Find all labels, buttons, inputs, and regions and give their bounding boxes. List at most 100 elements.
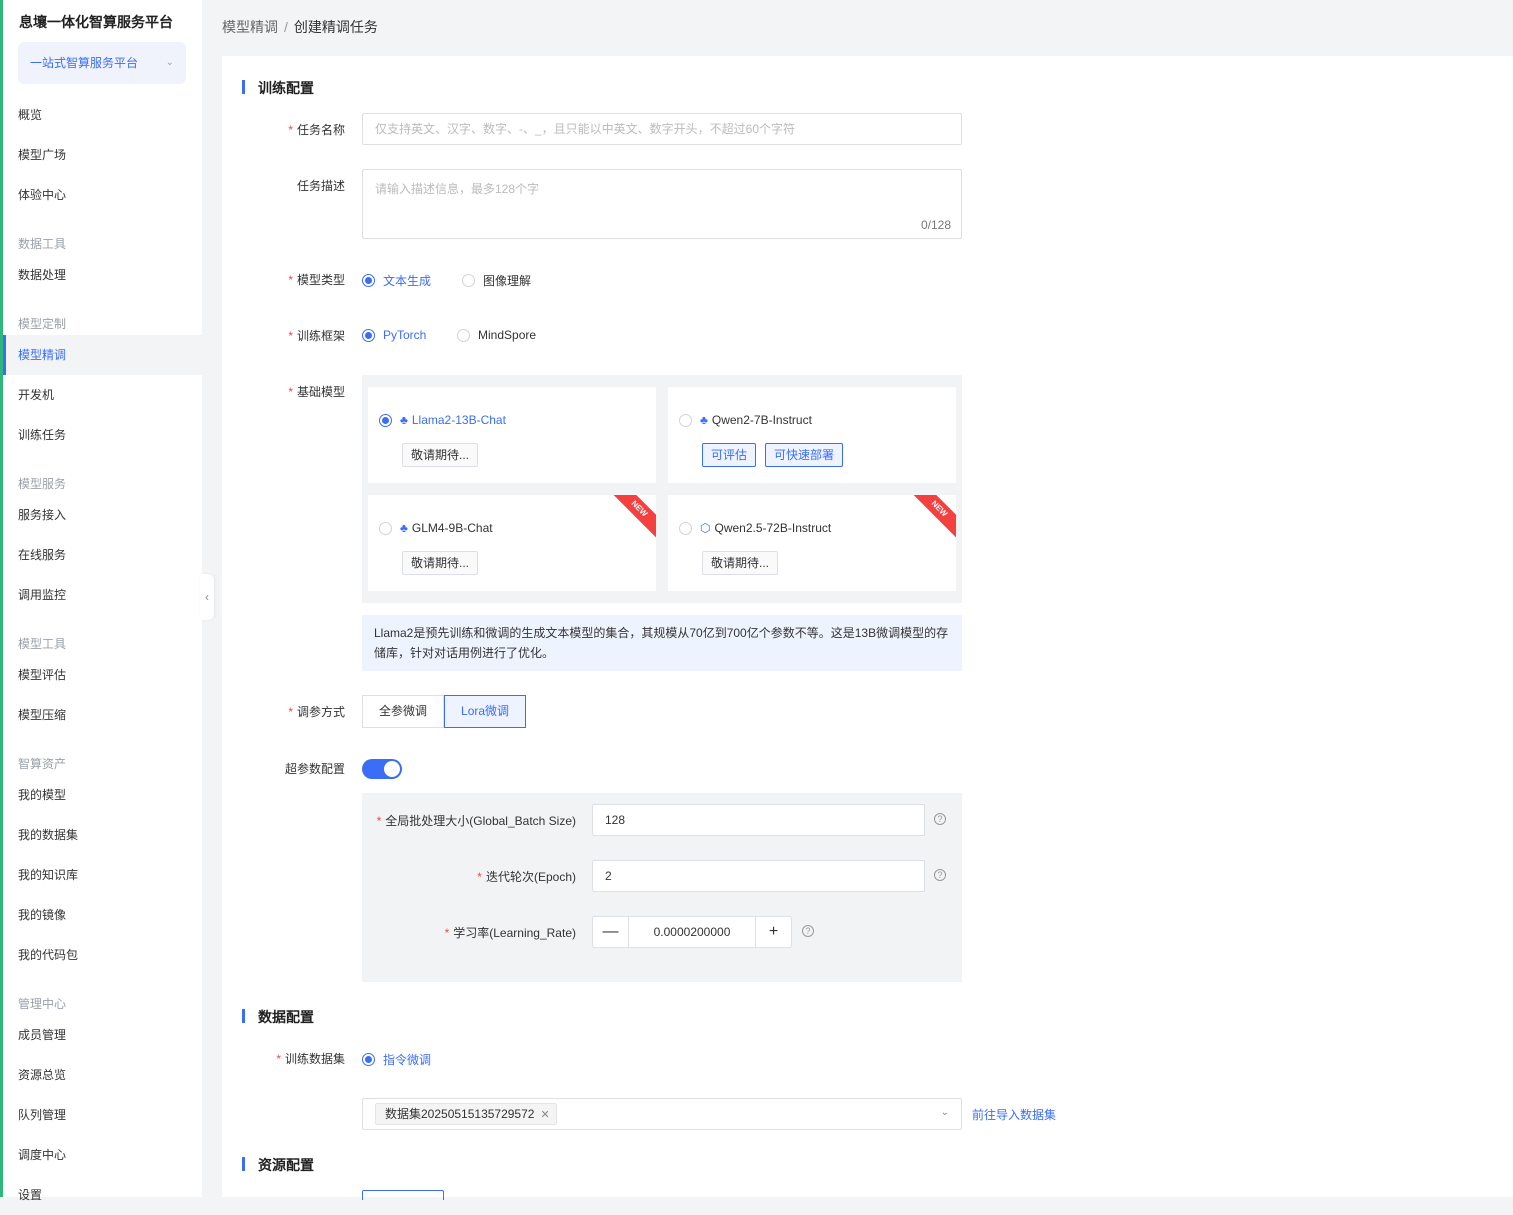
- base-model-label: * 基础模型: [288, 385, 345, 399]
- task-desc-label: 任务描述: [296, 179, 345, 193]
- epoch-input[interactable]: 2: [592, 860, 925, 892]
- platform-title: 息壤一体化智算服务平台: [19, 14, 173, 30]
- hyper-config-label: 超参数配置: [284, 762, 345, 776]
- sidebar-item-dev-machine[interactable]: 开发机: [3, 375, 202, 415]
- hyper-config-toggle[interactable]: [362, 759, 402, 779]
- task-name-label: * 任务名称: [288, 123, 345, 137]
- section-title-train: 训练配置: [242, 78, 314, 98]
- breadcrumb-parent[interactable]: 模型精调: [222, 19, 278, 35]
- tune-method-segment: 全参微调 Lora微调: [362, 695, 527, 728]
- sidebar-group-model-tools: 模型工具: [18, 637, 67, 651]
- hyper-param-panel: * 全局批处理大小(Global_Batch Size) 128 ? * 迭代轮次(…: [362, 793, 962, 982]
- section-title-resource: 资源配置: [242, 1155, 314, 1175]
- model-logo-icon: ♣: [400, 413, 408, 427]
- model-logo-icon: ♣: [400, 521, 408, 535]
- chevron-left-icon[interactable]: ‹: [200, 574, 214, 620]
- sidebar: 息壤一体化智算服务平台 一站式智算服务平台 ⌄ 概览 模型广场 体验中心 数据工…: [0, 0, 202, 1202]
- epoch-label: * 迭代轮次(Epoch): [477, 870, 576, 884]
- sidebar-item-service-access[interactable]: 服务接入: [3, 495, 202, 535]
- sidebar-item-data-processing[interactable]: 数据处理: [3, 255, 202, 295]
- section-title-data: 数据配置: [242, 1007, 314, 1027]
- breadcrumb-separator: /: [284, 19, 288, 35]
- dataset-label: * 训练数据集: [276, 1052, 345, 1066]
- sidebar-group-data-tools: 数据工具: [18, 237, 67, 251]
- sidebar-item-call-monitor[interactable]: 调用监控: [3, 575, 202, 615]
- model-type-label: * 模型类型: [288, 273, 345, 287]
- sidebar-item-my-datasets[interactable]: 我的数据集: [3, 815, 202, 855]
- learning-rate-label: * 学习率(Learning_Rate): [444, 926, 576, 940]
- char-count: 0/128: [920, 218, 951, 232]
- batch-size-label: * 全局批处理大小(Global_Batch Size): [376, 814, 576, 828]
- model-card-qwen2[interactable]: ♣ Qwen2-7B-Instruct 可评估 可快速部署: [668, 387, 956, 483]
- sidebar-item-fine-tuning[interactable]: 模型精调: [3, 335, 202, 375]
- radio-glm4[interactable]: ♣ GLM4-9B-Chat: [379, 521, 493, 535]
- help-icon[interactable]: ?: [934, 813, 946, 825]
- breadcrumb: 模型精调 / 创建精调任务: [222, 17, 378, 37]
- sidebar-item-model-compress[interactable]: 模型压缩: [3, 695, 202, 735]
- help-icon[interactable]: ?: [802, 925, 814, 937]
- sidebar-item-queues[interactable]: 队列管理: [3, 1095, 202, 1135]
- sidebar-item-my-code[interactable]: 我的代码包: [3, 935, 202, 975]
- radio-llama2[interactable]: ♣ Llama2-13B-Chat: [379, 413, 506, 427]
- batch-size-input[interactable]: 128: [592, 804, 925, 836]
- increment-button[interactable]: +: [755, 917, 791, 947]
- decrement-button[interactable]: —: [593, 917, 629, 947]
- radio-qwen25[interactable]: ⬡ Qwen2.5-72B-Instruct: [679, 521, 831, 535]
- import-dataset-link[interactable]: 前往导入数据集: [972, 1106, 1056, 1123]
- sidebar-group-model-custom: 模型定制: [18, 317, 67, 331]
- radio-image-understanding[interactable]: 图像理解: [462, 272, 531, 289]
- tag-coming-soon: 敬请期待...: [702, 551, 779, 575]
- tag-coming-soon: 敬请期待...: [402, 551, 479, 575]
- sidebar-item-online-service[interactable]: 在线服务: [3, 535, 202, 575]
- model-description: Llama2是预先训练和微调的生成文本模型的集合，其规模从70亿到700亿个参数…: [362, 615, 962, 671]
- base-model-panel: ♣ Llama2-13B-Chat 敬请期待... ♣ Qwen2-7B-Instr…: [362, 375, 962, 603]
- radio-text-generation[interactable]: 文本生成: [362, 272, 431, 289]
- task-desc-input[interactable]: 请输入描述信息，最多128个字 0/128: [362, 169, 962, 239]
- tag-quick-deploy: 可快速部署: [765, 443, 844, 467]
- resource-option-button[interactable]: [362, 1190, 444, 1200]
- sidebar-item-my-models[interactable]: 我的模型: [3, 775, 202, 815]
- tag-evaluable: 可评估: [702, 443, 757, 467]
- sidebar-item-resources[interactable]: 资源总览: [3, 1055, 202, 1095]
- platform-select-value: 一站式智算服务平台: [30, 56, 139, 70]
- new-ribbon: NEW: [608, 495, 656, 540]
- learning-rate-stepper: — 0.0000200000 +: [592, 916, 792, 948]
- model-card-qwen25[interactable]: NEW ⬡ Qwen2.5-72B-Instruct 敬请期待...: [668, 495, 956, 591]
- tune-full-button[interactable]: 全参微调: [362, 695, 445, 728]
- new-ribbon: NEW: [908, 495, 956, 540]
- dataset-tag: 数据集20250515135729572 ✕: [375, 1103, 557, 1125]
- tag-coming-soon: 敬请期待...: [402, 443, 479, 467]
- model-card-glm4[interactable]: NEW ♣ GLM4-9B-Chat 敬请期待...: [368, 495, 656, 591]
- sidebar-item-overview[interactable]: 概览: [3, 95, 202, 135]
- sidebar-item-model-eval[interactable]: 模型评估: [3, 655, 202, 695]
- radio-instruct-tuning[interactable]: 指令微调: [362, 1051, 431, 1068]
- radio-pytorch[interactable]: PyTorch: [362, 328, 426, 342]
- chevron-down-icon: ⌄: [165, 57, 174, 68]
- close-icon[interactable]: ✕: [540, 1109, 549, 1121]
- dataset-select[interactable]: 数据集20250515135729572 ✕ ⌄: [362, 1098, 962, 1130]
- sidebar-item-settings[interactable]: 设置: [3, 1175, 202, 1215]
- tune-method-label: * 调参方式: [288, 705, 345, 719]
- framework-label: * 训练框架: [288, 329, 345, 343]
- sidebar-item-model-square[interactable]: 模型广场: [3, 135, 202, 175]
- sidebar-item-train-task[interactable]: 训练任务: [3, 415, 202, 455]
- platform-select[interactable]: 一站式智算服务平台 ⌄: [18, 42, 186, 84]
- sidebar-item-members[interactable]: 成员管理: [3, 1015, 202, 1055]
- task-desc-placeholder: 请输入描述信息，最多128个字: [375, 182, 540, 196]
- radio-qwen2[interactable]: ♣ Qwen2-7B-Instruct: [679, 413, 812, 427]
- sidebar-item-my-images[interactable]: 我的镜像: [3, 895, 202, 935]
- learning-rate-value[interactable]: 0.0000200000: [629, 917, 755, 947]
- breadcrumb-current: 创建精调任务: [293, 19, 378, 35]
- chevron-down-icon: ⌄: [940, 1107, 949, 1118]
- sidebar-item-experience[interactable]: 体验中心: [3, 175, 202, 215]
- task-name-input[interactable]: 仅支持英文、汉字、数字、-、_，且只能以中英文、数字开头，不超过60个字符: [362, 113, 962, 145]
- sidebar-item-scheduler[interactable]: 调度中心: [3, 1135, 202, 1175]
- model-card-llama2[interactable]: ♣ Llama2-13B-Chat 敬请期待...: [368, 387, 656, 483]
- radio-mindspore[interactable]: MindSpore: [457, 328, 536, 342]
- model-logo-icon: ♣: [700, 413, 708, 427]
- main-content: 训练配置 * 任务名称 仅支持英文、汉字、数字、-、_，且只能以中英文、数字开头，…: [222, 56, 1513, 1200]
- help-icon[interactable]: ?: [934, 869, 946, 881]
- sidebar-item-my-kb[interactable]: 我的知识库: [3, 855, 202, 895]
- tune-lora-button[interactable]: Lora微调: [444, 695, 527, 728]
- sidebar-group-assets: 智算资产: [18, 757, 67, 771]
